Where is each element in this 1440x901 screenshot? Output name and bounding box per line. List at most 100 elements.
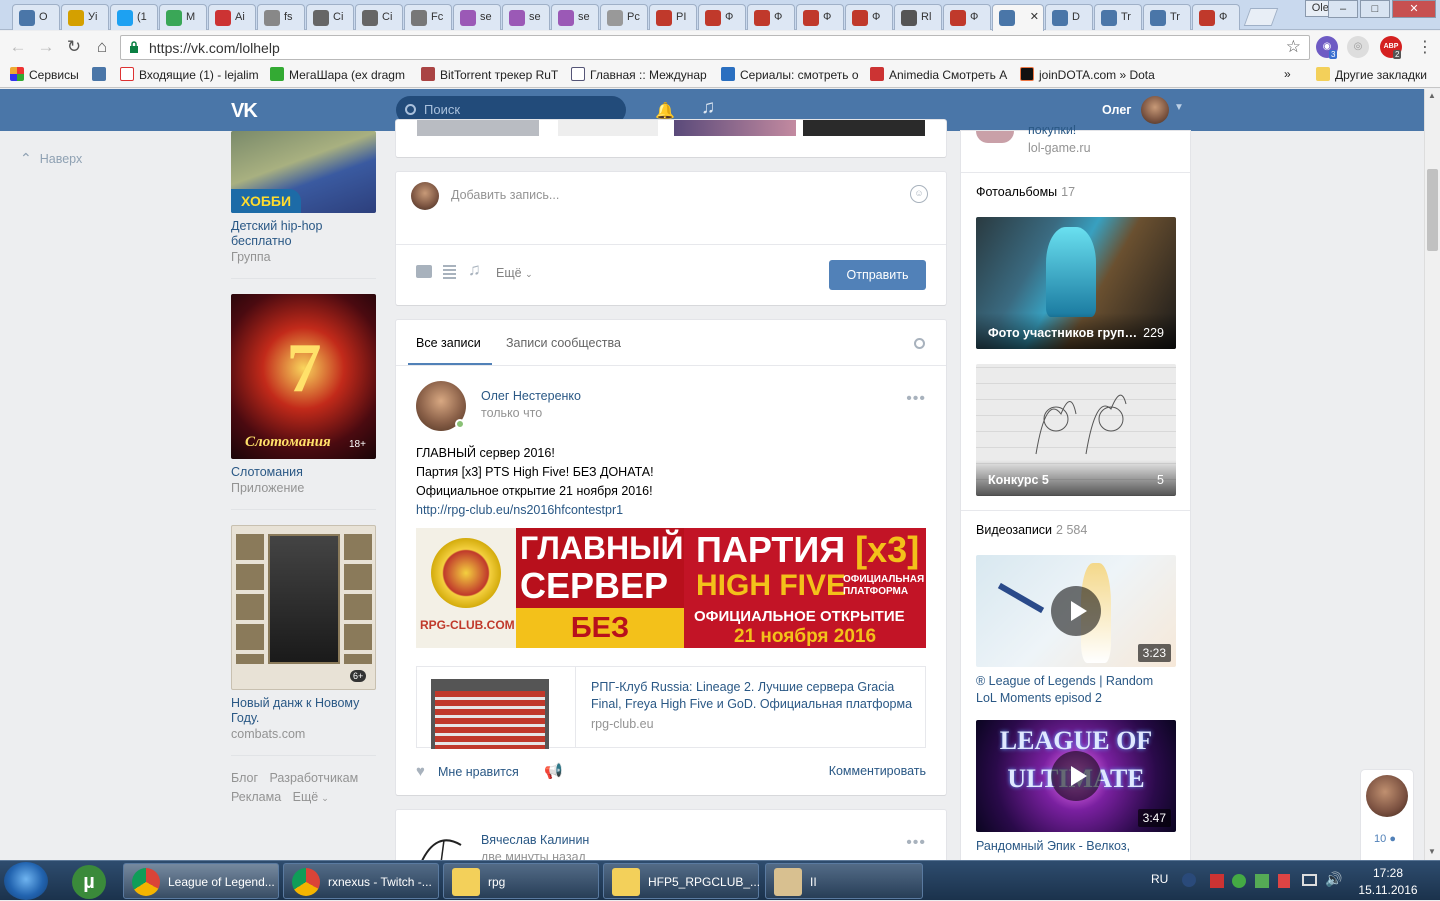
- close-tab-icon[interactable]: ✕: [1030, 10, 1039, 23]
- bookmarks-more[interactable]: »: [1284, 67, 1291, 81]
- browser-tab[interactable]: Ci: [355, 4, 403, 30]
- page-scrollbar[interactable]: ▲ ▼: [1424, 89, 1440, 860]
- bookmark-serialy[interactable]: Сериалы: смотреть о: [721, 67, 859, 82]
- network-icon[interactable]: [1302, 874, 1317, 886]
- ad-title-slotomania[interactable]: Слотомания: [231, 465, 376, 480]
- bookmark-star-icon[interactable]: ☆: [1286, 37, 1301, 57]
- footer-more[interactable]: Ещё: [293, 790, 319, 804]
- volume-icon[interactable]: 🔊: [1325, 871, 1342, 888]
- taskbar-item-app[interactable]: II: [765, 863, 923, 899]
- search-icon[interactable]: [914, 338, 925, 349]
- ad-title-hiphop[interactable]: Детский hip-hop бесплатно: [231, 219, 376, 249]
- clock-time[interactable]: 17:28: [1358, 866, 1418, 880]
- browser-tab[interactable]: ✕: [992, 4, 1044, 31]
- bookmark-animedia[interactable]: Animedia Смотреть А: [870, 67, 1007, 82]
- video-title[interactable]: ® League of Legends | Random LoL Moments…: [976, 673, 1176, 707]
- tray-icon-3[interactable]: [1255, 874, 1269, 888]
- photo-thumb[interactable]: [803, 120, 925, 136]
- albums-header[interactable]: Фотоальбомы 17: [976, 185, 1075, 199]
- link-snippet[interactable]: РПГ-Клуб Russia: Lineage 2. Лучшие серве…: [416, 666, 926, 749]
- like-button[interactable]: Мне нравится: [438, 765, 519, 779]
- slotomania-image[interactable]: 7 Слотомания 18+: [231, 294, 376, 459]
- browser-tab[interactable]: Ф: [747, 4, 795, 30]
- bookmark-bittorrent[interactable]: BitTorrent трекер RuT: [421, 67, 558, 82]
- video-card[interactable]: LEAGUE OF ULTIMATE 3:47: [976, 720, 1176, 832]
- browser-tab[interactable]: Аі: [208, 4, 256, 30]
- tray-icon[interactable]: [1210, 874, 1224, 888]
- browser-tab[interactable]: fs: [257, 4, 305, 30]
- taskbar-item-folder-2[interactable]: HFP5_RPGCLUB_...: [603, 863, 760, 899]
- post-menu-icon[interactable]: •••: [906, 390, 926, 408]
- browser-tab[interactable]: se: [453, 4, 501, 30]
- start-button[interactable]: [4, 862, 48, 900]
- video-icon[interactable]: [443, 265, 456, 279]
- photo-thumb[interactable]: [417, 120, 539, 136]
- browser-tab[interactable]: Pc: [600, 4, 648, 30]
- browser-tab[interactable]: РІ: [649, 4, 697, 30]
- videos-header[interactable]: Видеозаписи 2 584: [976, 523, 1087, 537]
- browser-tab[interactable]: Ci: [306, 4, 354, 30]
- home-button[interactable]: ⌂: [92, 37, 112, 57]
- browser-tab[interactable]: О: [12, 4, 60, 30]
- browser-tab[interactable]: se: [502, 4, 550, 30]
- scroll-up-icon[interactable]: ▲: [1428, 91, 1436, 100]
- address-bar[interactable]: https://vk.com/lolhelp ☆: [120, 35, 1310, 60]
- maximize-button[interactable]: □: [1360, 0, 1390, 18]
- browser-tab[interactable]: Ф: [1192, 4, 1240, 30]
- taskbar-item-chrome-1[interactable]: League of Legend...: [123, 863, 279, 899]
- snippet-title[interactable]: РПГ-Клуб Russia: Lineage 2. Лучшие серве…: [591, 679, 917, 713]
- bookmark-other[interactable]: Другие закладки: [1316, 67, 1427, 82]
- browser-tab[interactable]: D: [1045, 4, 1093, 30]
- post-author[interactable]: Вячеслав Калинин: [481, 833, 589, 847]
- album-card[interactable]: Фото участников груп… 229: [976, 217, 1176, 349]
- ad-thumb[interactable]: [976, 131, 1014, 143]
- notifications-bell-icon[interactable]: 🔔: [655, 101, 675, 121]
- browser-tab[interactable]: Tr: [1094, 4, 1142, 30]
- music-icon[interactable]: ♫: [701, 97, 715, 119]
- minimize-button[interactable]: –: [1328, 0, 1358, 18]
- ad-title[interactable]: покупки!: [1028, 123, 1076, 137]
- browser-tab[interactable]: М: [159, 4, 207, 30]
- clock-date[interactable]: 15.11.2016: [1352, 883, 1424, 897]
- browser-tab[interactable]: Ф: [698, 4, 746, 30]
- new-tab-button[interactable]: [1243, 8, 1279, 26]
- utorrent-icon[interactable]: µ: [72, 865, 106, 899]
- bookmark-megashara[interactable]: МегаШара (ex dragm: [270, 67, 405, 82]
- steam-icon[interactable]: [1182, 873, 1196, 887]
- combats-image[interactable]: 6+: [231, 525, 376, 690]
- bookmark-joindota[interactable]: joinDOTA.com » Dota: [1020, 67, 1155, 82]
- comment-button[interactable]: Комментировать: [829, 764, 926, 778]
- forward-button[interactable]: →: [36, 37, 56, 57]
- footer-developers[interactable]: Разработчикам: [270, 771, 359, 785]
- taskbar-item-chrome-2[interactable]: rxnexus - Twitch -...: [283, 863, 439, 899]
- play-icon[interactable]: [1051, 586, 1101, 636]
- video-card[interactable]: 3:23: [976, 555, 1176, 667]
- camera-icon[interactable]: [416, 265, 432, 278]
- ad-title-combats[interactable]: Новый данж к Новому Году.: [231, 696, 376, 726]
- bookmark-apps[interactable]: Сервисы: [10, 67, 79, 82]
- emoji-icon[interactable]: ☺: [910, 185, 928, 203]
- post-link[interactable]: http://rpg-club.eu/ns2016hfcontestpr1: [416, 501, 654, 520]
- scroll-thumb[interactable]: [1427, 169, 1438, 251]
- chat-widget[interactable]: 10 ●: [1361, 770, 1413, 860]
- post-time[interactable]: только что: [481, 406, 542, 420]
- browser-tab[interactable]: Ф: [845, 4, 893, 30]
- hobby-group-image[interactable]: ХОББИ: [231, 131, 376, 213]
- photo-thumb[interactable]: [558, 120, 658, 136]
- more-attach-button[interactable]: Ещё ⌄: [496, 266, 533, 280]
- tray-icon-2[interactable]: [1232, 874, 1246, 888]
- reload-button[interactable]: ↻: [64, 37, 84, 57]
- heart-icon[interactable]: ♥: [416, 763, 425, 780]
- album-card[interactable]: Конкурс 5 5: [976, 364, 1176, 496]
- submit-button[interactable]: Отправить: [829, 260, 926, 290]
- close-window-button[interactable]: ✕: [1392, 0, 1436, 18]
- back-button[interactable]: ←: [8, 37, 28, 57]
- chevron-down-icon[interactable]: ▼: [1174, 102, 1184, 113]
- play-icon[interactable]: [1051, 751, 1101, 801]
- composer-input[interactable]: Добавить запись...: [451, 188, 559, 202]
- photo-thumb[interactable]: [674, 120, 796, 136]
- browser-tab[interactable]: se: [551, 4, 599, 30]
- bookmark-glavnaya[interactable]: Главная :: Междунар: [571, 67, 707, 82]
- browser-tab[interactable]: (1: [110, 4, 158, 30]
- menu-icon[interactable]: ⋮: [1417, 37, 1433, 57]
